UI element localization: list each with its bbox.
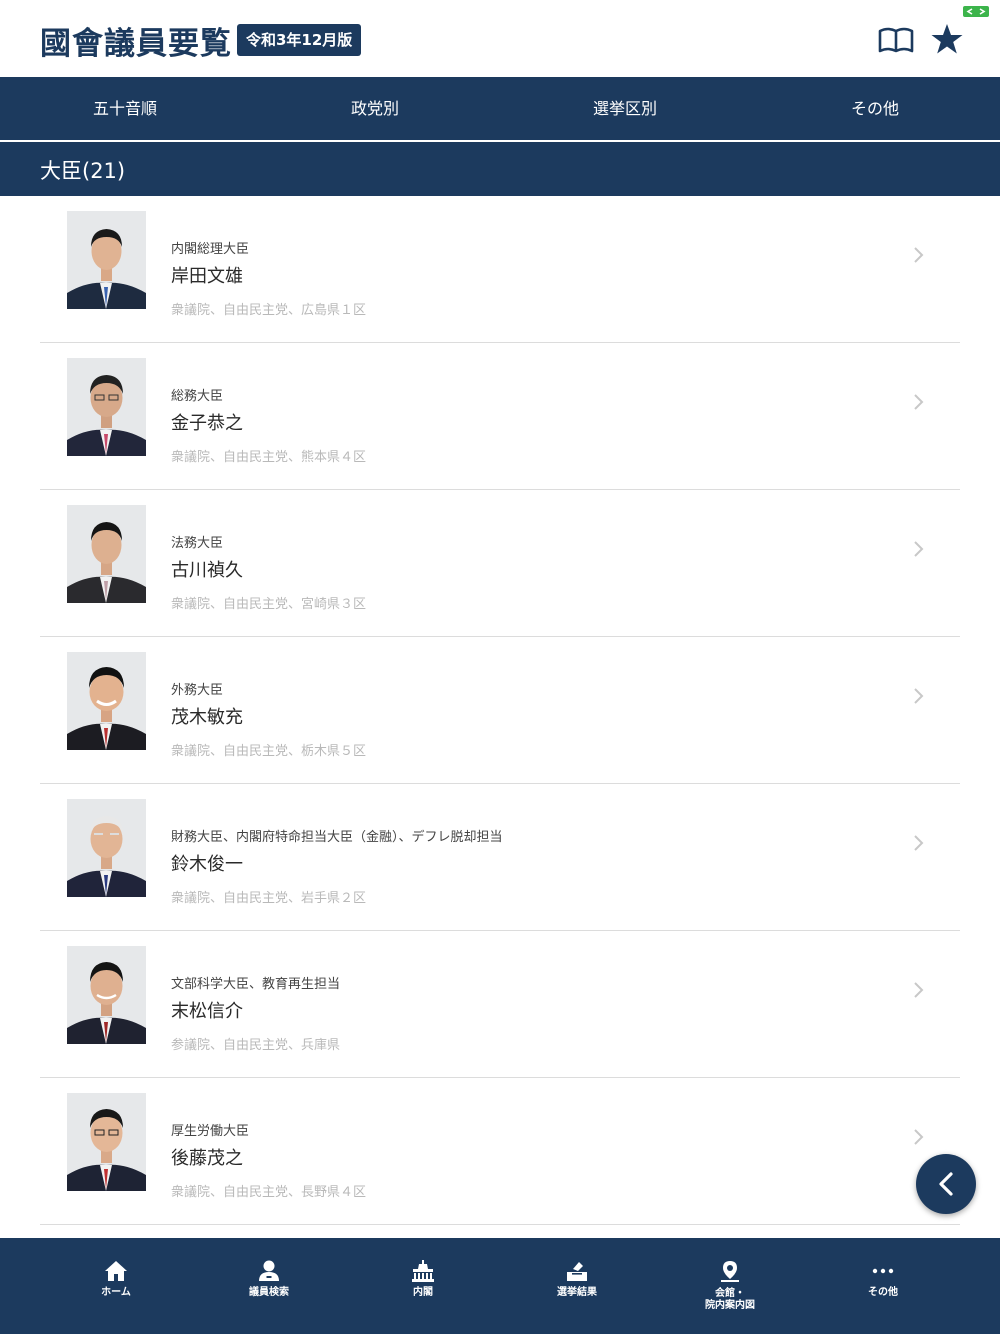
- chevron-right-icon: [914, 247, 924, 263]
- list-item[interactable]: 財務大臣、内閣府特命担当大臣（金融）、デフレ脱却担当 鈴木俊一 衆議院、自由民主…: [40, 784, 960, 931]
- list-item[interactable]: 総務大臣 金子恭之 衆議院、自由民主党、熊本県４区: [40, 343, 960, 490]
- list-item[interactable]: 内閣総理大臣 岸田文雄 衆議院、自由民主党、広島県１区: [40, 196, 960, 343]
- more-dots-icon: [872, 1268, 894, 1274]
- home-icon: [105, 1261, 127, 1281]
- member-photo: [67, 799, 146, 897]
- member-name: 古川禎久: [171, 560, 243, 581]
- member-detail: 参議院、自由民主党、兵庫県: [171, 1038, 341, 1053]
- member-role: 財務大臣、内閣府特命担当大臣（金融）、デフレ脱却担当: [171, 830, 503, 845]
- chevron-right-icon: [914, 982, 924, 998]
- map-pin-icon: [721, 1261, 739, 1282]
- member-role: 外務大臣: [171, 683, 224, 698]
- member-search-icon: [259, 1260, 279, 1281]
- chevron-right-icon: [914, 688, 924, 704]
- bottom-nav: ホーム 議員検索 内閣 選挙結果 会館・ 院内案内図 その他: [0, 1238, 1000, 1334]
- member-photo: [67, 946, 146, 1044]
- chevron-left-icon: [939, 1172, 953, 1196]
- member-name: 後藤茂之: [171, 1148, 243, 1169]
- nav-home[interactable]: ホーム: [39, 1238, 193, 1334]
- tab-party[interactable]: 政党別: [250, 77, 500, 140]
- section-title: 大臣(21): [40, 159, 126, 183]
- chevron-right-icon: [914, 1129, 924, 1145]
- member-name: 岸田文雄: [171, 266, 243, 287]
- member-photo: [67, 211, 146, 309]
- member-role: 法務大臣: [171, 536, 224, 551]
- nav-label: 選挙結果: [557, 1287, 597, 1298]
- nav-label: その他: [868, 1287, 898, 1298]
- nav-label: ホーム: [101, 1287, 131, 1298]
- chevron-right-icon: [914, 541, 924, 557]
- nav-label: 内閣: [413, 1287, 433, 1298]
- cabinet-building-icon: [412, 1260, 434, 1282]
- member-name: 金子恭之: [171, 413, 243, 434]
- member-name: 鈴木俊一: [171, 854, 243, 875]
- list-item[interactable]: 文部科学大臣、教育再生担当 末松信介 参議院、自由民主党、兵庫県: [40, 931, 960, 1078]
- member-photo: [67, 505, 146, 603]
- member-photo: [67, 652, 146, 750]
- member-name: 末松信介: [171, 1001, 243, 1022]
- star-icon[interactable]: [930, 22, 964, 56]
- chevron-right-icon: [914, 394, 924, 410]
- tab-other[interactable]: その他: [750, 77, 1000, 140]
- nav-cabinet[interactable]: 内閣: [346, 1238, 500, 1334]
- list-item[interactable]: 厚生労働大臣 後藤茂之 衆議院、自由民主党、長野県４区: [40, 1078, 960, 1225]
- tab-gojuon[interactable]: 五十音順: [0, 77, 250, 140]
- member-detail: 衆議院、自由民主党、宮崎県３区: [171, 597, 367, 612]
- nav-election-results[interactable]: 選挙結果: [500, 1238, 654, 1334]
- nav-building-map[interactable]: 会館・ 院内案内図: [653, 1238, 807, 1334]
- category-tabs: 五十音順 政党別 選挙区別 その他: [0, 77, 1000, 140]
- app-header: 國會議員要覧 令和3年12月版: [0, 0, 1000, 77]
- app-title: 國會議員要覧: [40, 26, 232, 62]
- chevron-right-icon: [914, 835, 924, 851]
- member-role: 内閣総理大臣: [171, 242, 250, 257]
- member-photo: [67, 358, 146, 456]
- book-icon[interactable]: [877, 25, 915, 55]
- member-name: 茂木敏充: [171, 707, 243, 728]
- member-detail: 衆議院、自由民主党、熊本県４区: [171, 450, 367, 465]
- member-photo: [67, 1093, 146, 1191]
- member-role: 厚生労働大臣: [171, 1124, 250, 1139]
- member-detail: 衆議院、自由民主党、栃木県５区: [171, 744, 367, 759]
- member-role: 総務大臣: [171, 389, 224, 404]
- back-button[interactable]: [916, 1154, 976, 1214]
- section-header: 大臣(21): [0, 142, 1000, 196]
- member-detail: 衆議院、自由民主党、岩手県２区: [171, 891, 367, 906]
- nav-member-search[interactable]: 議員検索: [192, 1238, 346, 1334]
- fullscreen-icon[interactable]: [963, 6, 989, 17]
- member-detail: 衆議院、自由民主党、長野県４区: [171, 1185, 367, 1200]
- ballot-box-icon: [567, 1262, 587, 1281]
- edition-badge: 令和3年12月版: [237, 24, 362, 56]
- nav-label: 議員検索: [249, 1287, 289, 1298]
- nav-label: 会館・ 院内案内図: [705, 1288, 755, 1311]
- tab-district[interactable]: 選挙区別: [500, 77, 750, 140]
- list-item[interactable]: 外務大臣 茂木敏充 衆議院、自由民主党、栃木県５区: [40, 637, 960, 784]
- nav-more[interactable]: その他: [806, 1238, 960, 1334]
- member-detail: 衆議院、自由民主党、広島県１区: [171, 303, 367, 318]
- member-role: 文部科学大臣、教育再生担当: [171, 977, 341, 992]
- list-item[interactable]: 法務大臣 古川禎久 衆議院、自由民主党、宮崎県３区: [40, 490, 960, 637]
